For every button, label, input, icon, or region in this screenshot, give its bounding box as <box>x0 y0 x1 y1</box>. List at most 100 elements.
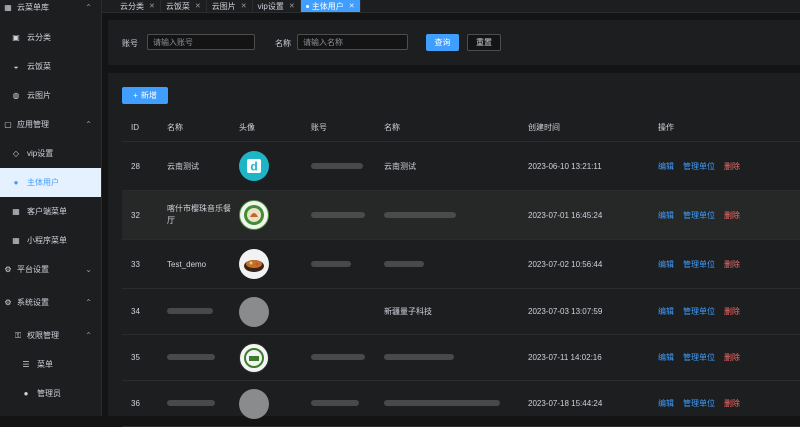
cell-name2 <box>384 190 528 240</box>
account-input[interactable] <box>147 34 255 50</box>
gear-icon: ⚙ <box>4 298 12 307</box>
cell-created: 2023-07-11 14:02:16 <box>528 334 658 381</box>
cell-account <box>311 288 384 335</box>
sidebar-group-platform-settings[interactable]: ⚙ 平台设置 ⌄ <box>0 255 101 284</box>
table-header-row: ID 名称 头像 账号 名称 创建时间 操作 <box>122 113 800 142</box>
tab-cloud-category[interactable]: 云分类 ✕ <box>115 0 161 12</box>
edit-link[interactable]: 编辑 <box>658 162 674 171</box>
tab-bar: 云分类 ✕ 云饭菜 ✕ 云图片 ✕ vip设置 ✕ 主体用户 ✕ <box>102 0 800 13</box>
sidebar-item-cloud-images[interactable]: ◍ 云图片 <box>0 81 101 110</box>
sidebar-group-system-settings[interactable]: ⚙ 系统设置 ⌃ <box>0 288 101 317</box>
table-row: 28 云南测试 d 云南测试 2023-06-10 13:21:11 编辑 管理单… <box>122 141 800 191</box>
edit-link[interactable]: 编辑 <box>658 211 674 220</box>
delete-link[interactable]: 删除 <box>724 307 740 316</box>
cell-name2: 新疆量子科技 <box>384 288 528 335</box>
image-icon: ◍ <box>12 91 20 100</box>
col-header-name2: 名称 <box>384 113 528 142</box>
cell-created: 2023-07-18 15:44:24 <box>528 380 658 427</box>
close-icon[interactable]: ✕ <box>241 2 247 10</box>
chevron-up-icon: ⌃ <box>85 331 92 340</box>
edit-link[interactable]: 编辑 <box>658 353 674 362</box>
table-row: 35 2023-07-11 14:02:16 编辑 管理单位 删除 <box>122 334 800 381</box>
manage-unit-link[interactable]: 管理单位 <box>683 211 715 220</box>
sidebar-item-cloud-category[interactable]: ▣ 云分类 <box>0 23 101 52</box>
cell-name2 <box>384 380 528 427</box>
masked-name <box>384 354 454 360</box>
manage-unit-link[interactable]: 管理单位 <box>683 162 715 171</box>
avatar <box>239 249 269 279</box>
cell-id: 28 <box>122 141 167 191</box>
edit-link[interactable]: 编辑 <box>658 260 674 269</box>
col-header-name: 名称 <box>167 113 239 142</box>
sidebar-group-permissions[interactable]: ⚿ 权限管理 ⌃ <box>0 321 101 350</box>
edit-link[interactable]: 编辑 <box>658 399 674 408</box>
col-header-avatar: 头像 <box>239 113 311 142</box>
sidebar-item-main-users[interactable]: ● 主体用户 <box>0 168 101 197</box>
manage-unit-link[interactable]: 管理单位 <box>683 260 715 269</box>
chevron-up-icon: ⌃ <box>85 298 92 307</box>
delete-link[interactable]: 删除 <box>724 399 740 408</box>
manage-unit-link[interactable]: 管理单位 <box>683 353 715 362</box>
masked-name <box>167 400 215 406</box>
cell-actions: 编辑 管理单位 删除 <box>658 141 800 191</box>
query-button[interactable]: 查询 <box>426 34 459 51</box>
sidebar-item-menu[interactable]: ☰ 菜单 <box>0 350 101 379</box>
cell-actions: 编辑 管理单位 删除 <box>658 380 800 427</box>
cell-avatar <box>239 190 311 240</box>
manage-unit-link[interactable]: 管理单位 <box>683 399 715 408</box>
tab-vip-settings[interactable]: vip设置 ✕ <box>253 0 301 12</box>
cell-avatar: d <box>239 141 311 191</box>
sidebar-item-miniprogram-menu[interactable]: ▦ 小程序菜单 <box>0 226 101 255</box>
col-header-created: 创建时间 <box>528 113 658 142</box>
tab-main-users[interactable]: 主体用户 ✕ <box>300 0 361 12</box>
account-label: 账号 <box>122 39 138 48</box>
close-icon[interactable]: ✕ <box>149 2 155 10</box>
diamond-icon: ◇ <box>12 149 20 158</box>
cell-created: 2023-07-02 10:56:44 <box>528 239 658 289</box>
delete-link[interactable]: 删除 <box>724 162 740 171</box>
cell-avatar <box>239 334 311 381</box>
close-icon[interactable]: ✕ <box>195 2 201 10</box>
cell-created: 2023-06-10 13:21:11 <box>528 141 658 191</box>
close-icon[interactable]: ✕ <box>289 2 295 10</box>
cell-name2: 云南测试 <box>384 141 528 191</box>
masked-name <box>384 211 456 218</box>
bowl-icon: ◒ <box>13 62 19 71</box>
col-header-account: 账号 <box>311 113 384 142</box>
cell-name <box>167 380 239 427</box>
sidebar-group-cloud-menu[interactable]: ▦ 云菜单库 ⌃ <box>0 0 101 15</box>
sidebar-item-vip-settings[interactable]: ◇ vip设置 <box>0 139 101 168</box>
delete-link[interactable]: 删除 <box>724 260 740 269</box>
masked-name <box>384 400 500 406</box>
avatar <box>239 296 269 327</box>
delete-link[interactable]: 删除 <box>724 353 740 362</box>
plus-icon: + <box>133 91 138 100</box>
tab-cloud-images[interactable]: 云图片 ✕ <box>207 0 253 12</box>
grid-icon: ▦ <box>12 207 20 216</box>
sidebar-group-app-management[interactable]: ▢ 应用管理 ⌃ <box>0 110 101 139</box>
cell-id: 32 <box>122 190 167 240</box>
add-button[interactable]: + 新增 <box>122 87 168 104</box>
table-row: 32 喀什市樱珠音乐餐厅 2023-07-01 16:45:24 编辑 管理单位删… <box>122 190 800 240</box>
table-row: 36 2023-07-18 15:44:24 编辑 管理单位 删除 <box>122 380 800 427</box>
edit-link[interactable]: 编辑 <box>658 307 674 316</box>
chevron-up-icon: ⌃ <box>85 120 92 129</box>
sidebar-item-cloud-dishes[interactable]: ◒ 云饭菜 <box>0 52 101 81</box>
name-input[interactable] <box>297 34 408 50</box>
cell-actions: 编辑 管理单位 删除 <box>658 239 800 289</box>
close-icon[interactable]: ✕ <box>349 2 355 10</box>
svg-text:d: d <box>250 160 257 174</box>
user-icon: ● <box>23 389 29 398</box>
gear-icon: ⚙ <box>4 265 12 274</box>
sidebar-item-client-menu[interactable]: ▦ 客户端菜单 <box>0 197 101 226</box>
manage-unit-link[interactable]: 管理单位 <box>683 307 715 316</box>
cell-account <box>311 380 384 427</box>
grid-icon: ▦ <box>4 3 12 12</box>
delete-link[interactable]: 删除 <box>724 211 740 220</box>
table-row: 33 Test_demo 2023-07-02 10:56:44 编辑 管理单位删… <box>122 239 800 289</box>
tab-cloud-dishes[interactable]: 云饭菜 ✕ <box>161 0 207 12</box>
masked-account <box>311 211 365 218</box>
reset-button[interactable]: 重置 <box>467 34 501 51</box>
sidebar-item-admin[interactable]: ● 管理员 <box>0 379 101 408</box>
col-header-actions: 操作 <box>658 113 800 142</box>
